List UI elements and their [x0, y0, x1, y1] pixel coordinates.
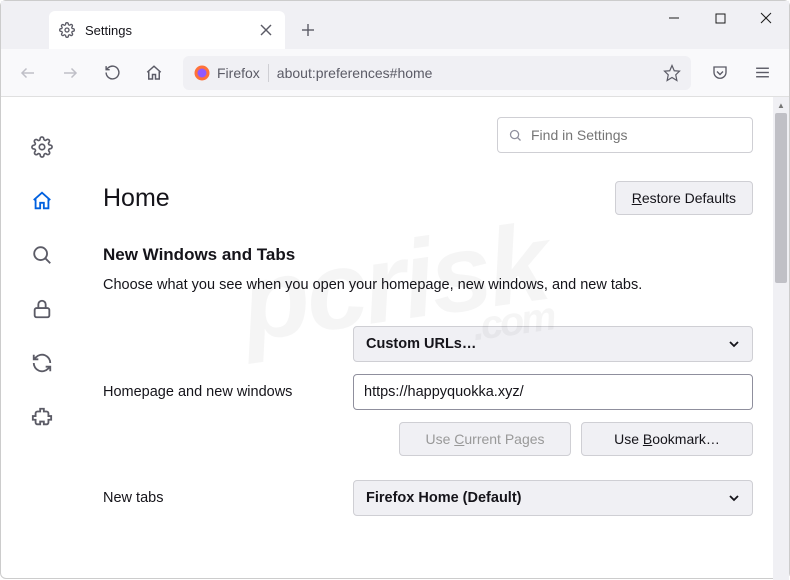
maximize-button[interactable]: [697, 1, 743, 35]
sidebar-item-home[interactable]: [18, 177, 66, 225]
identity-box[interactable]: Firefox: [193, 64, 269, 82]
sidebar-item-extensions[interactable]: [18, 393, 66, 441]
homepage-url-input[interactable]: [353, 374, 753, 410]
pocket-button[interactable]: [701, 56, 739, 90]
restore-defaults-button[interactable]: Restore Defaults: [615, 181, 753, 215]
window-controls: [651, 1, 789, 35]
gear-icon: [59, 22, 75, 38]
reload-button[interactable]: [93, 56, 131, 90]
section-heading: New Windows and Tabs: [103, 245, 753, 265]
scroll-up-icon[interactable]: ▲: [773, 97, 789, 113]
use-current-pages-button[interactable]: Use Current Pages: [399, 422, 571, 456]
identity-label: Firefox: [217, 65, 260, 81]
section-description: Choose what you see when you open your h…: [103, 275, 753, 296]
page-title: Home: [103, 184, 170, 213]
settings-search[interactable]: [497, 117, 753, 153]
newtabs-label: New tabs: [103, 490, 353, 506]
content-area: Home Restore Defaults New Windows and Ta…: [1, 97, 789, 580]
back-button[interactable]: [9, 56, 47, 90]
sidebar-item-general[interactable]: [18, 123, 66, 171]
search-input[interactable]: [531, 127, 742, 143]
forward-button[interactable]: [51, 56, 89, 90]
tab-title: Settings: [85, 23, 257, 38]
window-close-button[interactable]: [743, 1, 789, 35]
sidebar-item-privacy[interactable]: [18, 285, 66, 333]
minimize-button[interactable]: [651, 1, 697, 35]
new-tab-button[interactable]: [293, 15, 323, 45]
use-bookmark-button[interactable]: Use Bookmark…: [581, 422, 753, 456]
titlebar: Settings: [1, 1, 789, 49]
scrollbar-thumb[interactable]: [775, 113, 787, 283]
toolbar: Firefox about:preferences#home: [1, 49, 789, 97]
menu-button[interactable]: [743, 56, 781, 90]
sidebar-item-search[interactable]: [18, 231, 66, 279]
homepage-label: Homepage and new windows: [103, 384, 353, 400]
url-bar[interactable]: Firefox about:preferences#home: [183, 56, 691, 90]
select-value: Firefox Home (Default): [366, 490, 522, 506]
vertical-scrollbar[interactable]: ▲: [773, 97, 789, 580]
settings-sidebar: [1, 97, 83, 580]
home-button[interactable]: [135, 56, 173, 90]
homepage-mode-select[interactable]: Custom URLs…: [353, 326, 753, 362]
firefox-icon: [193, 64, 211, 82]
url-text: about:preferences#home: [277, 65, 657, 81]
select-value: Custom URLs…: [366, 336, 476, 352]
browser-tab[interactable]: Settings: [49, 11, 285, 49]
search-icon: [508, 128, 523, 143]
bookmark-star-icon[interactable]: [663, 64, 681, 82]
close-icon[interactable]: [257, 21, 275, 39]
chevron-down-icon: [728, 492, 740, 504]
newtabs-select[interactable]: Firefox Home (Default): [353, 480, 753, 516]
sidebar-item-sync[interactable]: [18, 339, 66, 387]
chevron-down-icon: [728, 338, 740, 350]
main-panel: Home Restore Defaults New Windows and Ta…: [83, 97, 789, 580]
